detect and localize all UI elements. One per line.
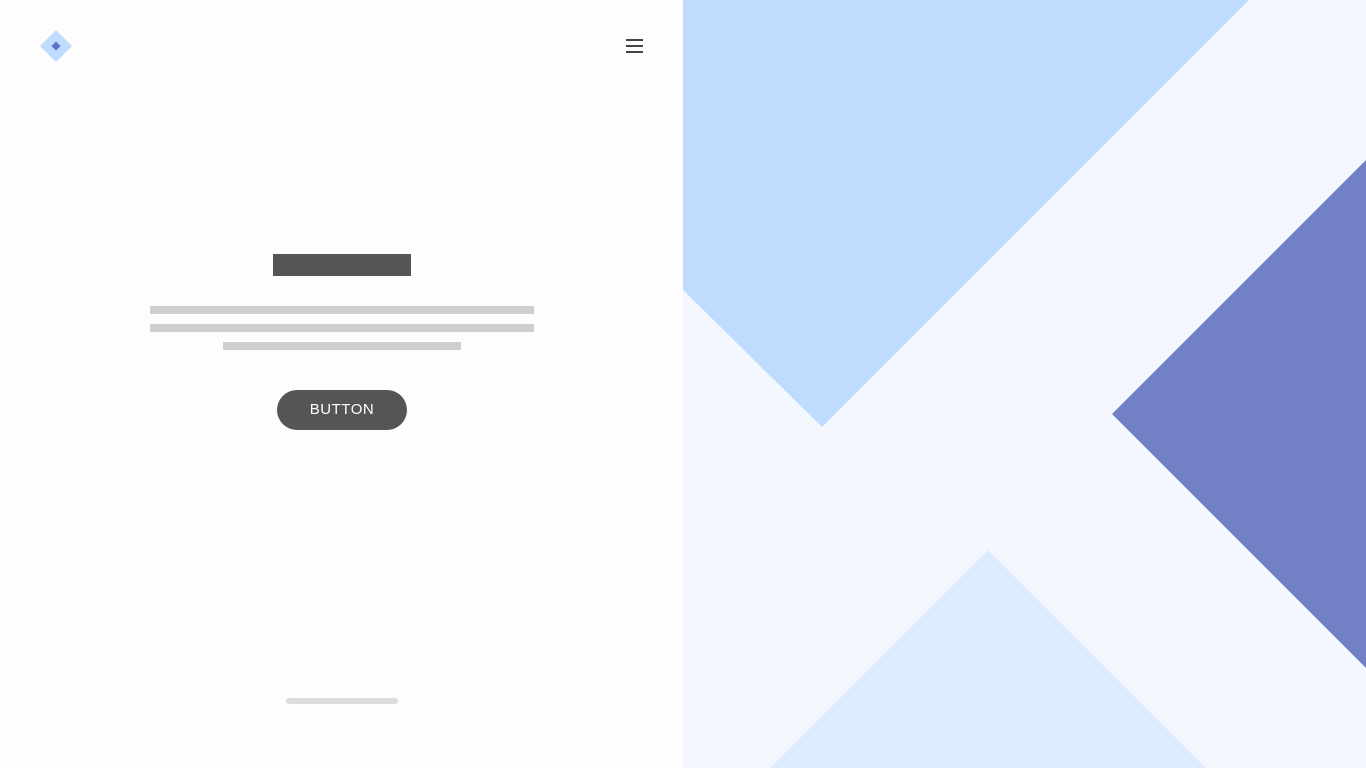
hero-text-line-1 <box>150 306 534 314</box>
footer-placeholder <box>286 698 398 704</box>
geometric-art-graphic <box>683 0 1366 768</box>
hero-text-line-2 <box>150 324 534 332</box>
hamburger-menu-icon[interactable] <box>622 34 648 58</box>
diamond-logo-icon[interactable] <box>40 30 72 62</box>
landing-page: BUTTON <box>0 0 1366 768</box>
cta-button[interactable]: BUTTON <box>277 390 407 430</box>
hero-text-line-3 <box>223 342 461 350</box>
hero-title-placeholder <box>273 254 411 276</box>
decorative-art-panel <box>683 0 1366 768</box>
content-pane: BUTTON <box>0 0 683 768</box>
